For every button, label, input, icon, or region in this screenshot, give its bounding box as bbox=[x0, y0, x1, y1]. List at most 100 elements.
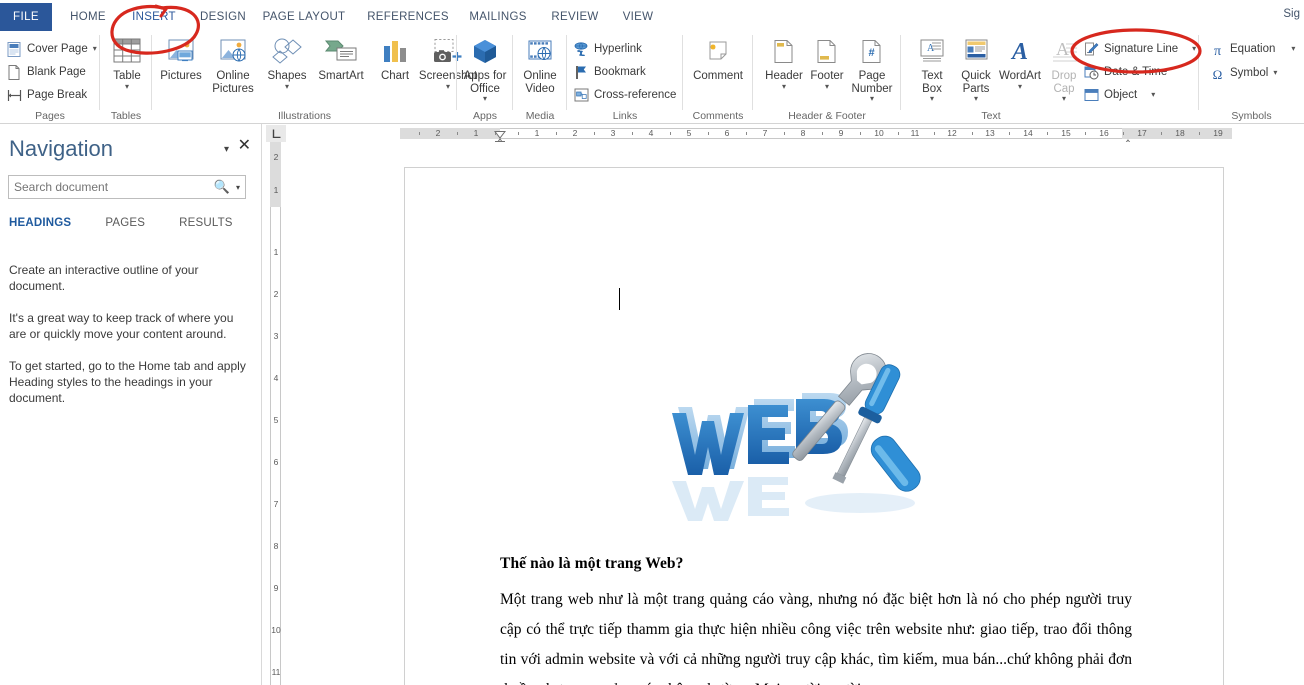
online-pictures-icon bbox=[218, 34, 248, 68]
online-video-label: Online Video bbox=[523, 70, 557, 95]
search-icon[interactable]: 🔍 bbox=[213, 179, 231, 195]
equation-button[interactable]: π Equation ▾ bbox=[1209, 38, 1295, 60]
ruler-label: 11 bbox=[910, 128, 920, 138]
ruler-label: 17 bbox=[1137, 128, 1147, 138]
date-time-button[interactable]: Date & Time bbox=[1083, 61, 1167, 83]
smartart-icon bbox=[324, 34, 358, 68]
pictures-icon bbox=[166, 34, 196, 68]
group-label-text: Text bbox=[981, 110, 1001, 122]
chevron-down-icon[interactable]: ▾ bbox=[93, 45, 97, 53]
chevron-down-icon[interactable]: ▾ bbox=[870, 95, 874, 103]
page-break-icon bbox=[6, 87, 22, 103]
table-button[interactable]: Table ▾ bbox=[100, 34, 154, 106]
document-page[interactable]: Thế nào là một trang Web? Một trang web … bbox=[404, 167, 1224, 685]
date-time-icon bbox=[1083, 64, 1099, 80]
hyperlink-button[interactable]: Hyperlink bbox=[573, 38, 642, 60]
chevron-down-icon[interactable]: ▾ bbox=[825, 82, 829, 91]
pictures-label: Pictures bbox=[160, 70, 202, 82]
ruler-label: 11 bbox=[271, 667, 281, 677]
symbol-button[interactable]: Ω Symbol ▾ bbox=[1209, 62, 1277, 84]
ruler-label: 6 bbox=[273, 457, 279, 467]
shapes-label: Shapes bbox=[267, 70, 307, 82]
ruler-label: 9 bbox=[273, 583, 279, 593]
omega-icon: Ω bbox=[1209, 65, 1225, 81]
equation-label: Equation bbox=[1230, 43, 1276, 55]
chevron-down-icon[interactable]: ▾ bbox=[974, 95, 978, 103]
drop-cap-icon: A bbox=[1049, 34, 1079, 68]
nav-tab-headings[interactable]: HEADINGS bbox=[9, 217, 88, 229]
search-options-caret-icon[interactable]: ▾ bbox=[231, 183, 245, 192]
close-icon[interactable]: ✕ bbox=[238, 138, 251, 154]
shapes-button[interactable]: Shapes ▾ bbox=[260, 34, 314, 106]
tab-references[interactable]: REFERENCES bbox=[362, 3, 454, 31]
chevron-down-icon[interactable]: ▾ bbox=[1192, 45, 1196, 53]
online-pictures-button[interactable]: Online Pictures bbox=[206, 34, 260, 106]
ribbon: Cover Page ▾ Blank Page Page Break Pages… bbox=[0, 31, 1304, 124]
ruler-left-margin bbox=[400, 128, 500, 139]
navigation-options-caret-icon[interactable]: ▾ bbox=[224, 144, 229, 155]
ribbon-group-text: A Text Box ▾ Quick Parts ▾ A WordArt ▾ A… bbox=[901, 31, 1199, 123]
ruler-label: 1 bbox=[273, 247, 279, 257]
word-window: FILE HOME INSERT DESIGN PAGE LAYOUT REFE… bbox=[0, 0, 1304, 685]
vertical-ruler[interactable]: 2 1 1 2 3 4 5 6 7 8 9 10 11 bbox=[266, 142, 286, 685]
chevron-down-icon[interactable]: ▾ bbox=[446, 82, 450, 91]
hanging-indent-marker[interactable] bbox=[493, 133, 507, 146]
search-input[interactable] bbox=[9, 180, 213, 194]
text-cursor bbox=[619, 288, 620, 310]
chevron-down-icon[interactable]: ▾ bbox=[1151, 91, 1155, 99]
page-break-button[interactable]: Page Break bbox=[6, 84, 87, 106]
ribbon-tab-bar: FILE HOME INSERT DESIGN PAGE LAYOUT REFE… bbox=[0, 0, 1304, 31]
tab-insert[interactable]: INSERT bbox=[120, 3, 188, 31]
chevron-down-icon[interactable]: ▾ bbox=[1273, 69, 1277, 77]
ruler-label: 6 bbox=[724, 128, 730, 138]
chevron-down-icon[interactable]: ▾ bbox=[1291, 45, 1295, 53]
comment-button[interactable]: Comment bbox=[691, 34, 745, 106]
object-button[interactable]: Object ▾ bbox=[1083, 84, 1155, 106]
chevron-down-icon[interactable]: ▾ bbox=[930, 95, 934, 103]
smartart-button[interactable]: SmartArt bbox=[314, 34, 368, 106]
chevron-down-icon[interactable]: ▾ bbox=[483, 95, 487, 103]
chevron-down-icon[interactable]: ▾ bbox=[1018, 82, 1022, 91]
tab-design[interactable]: DESIGN bbox=[192, 3, 254, 31]
page-number-button[interactable]: # Page Number ▾ bbox=[843, 34, 901, 106]
chevron-down-icon[interactable]: ▾ bbox=[782, 82, 786, 91]
cross-reference-button[interactable]: Cross-reference bbox=[573, 84, 676, 106]
search-document-field[interactable]: 🔍 ▾ bbox=[8, 175, 246, 199]
tab-stop-selector[interactable] bbox=[266, 125, 286, 142]
tab-view[interactable]: VIEW bbox=[614, 3, 662, 31]
group-label-illustrations: Illustrations bbox=[277, 110, 332, 122]
sign-in-label[interactable]: Sig bbox=[1283, 8, 1300, 20]
hyperlink-icon bbox=[573, 41, 589, 57]
chevron-down-icon[interactable]: ▾ bbox=[285, 82, 289, 91]
svg-text:Ω: Ω bbox=[1212, 67, 1222, 81]
tab-home[interactable]: HOME bbox=[60, 3, 116, 31]
document-canvas[interactable]: Thế nào là một trang Web? Một trang web … bbox=[286, 142, 1304, 685]
chevron-down-icon[interactable]: ▾ bbox=[125, 82, 129, 91]
online-video-button[interactable]: Online Video bbox=[513, 34, 567, 106]
apps-for-office-button[interactable]: Apps for Office ▾ bbox=[458, 34, 512, 106]
web-logo-image[interactable] bbox=[660, 343, 930, 528]
tab-mailings[interactable]: MAILINGS bbox=[460, 3, 536, 31]
blank-page-button[interactable]: Blank Page bbox=[6, 61, 86, 83]
cover-page-button[interactable]: Cover Page ▾ bbox=[6, 38, 97, 60]
ribbon-group-links: Hyperlink Bookmark Cross-reference Links bbox=[567, 31, 683, 123]
nav-tab-results[interactable]: RESULTS bbox=[179, 217, 250, 229]
bookmark-button[interactable]: Bookmark bbox=[573, 61, 646, 83]
ribbon-group-tables: Table ▾ Tables bbox=[100, 31, 152, 123]
tab-review[interactable]: REVIEW bbox=[544, 3, 606, 31]
object-label: Object bbox=[1104, 89, 1138, 101]
signature-line-button[interactable]: Signature Line ▾ bbox=[1083, 38, 1196, 60]
tab-file[interactable]: FILE bbox=[0, 3, 52, 31]
footer-icon bbox=[814, 34, 840, 68]
horizontal-ruler[interactable]: 2 1 1 2 3 4 5 6 7 8 9 10 11 12 13 14 15 … bbox=[286, 125, 1304, 142]
tab-page-layout[interactable]: PAGE LAYOUT bbox=[258, 3, 350, 31]
header-icon bbox=[771, 34, 797, 68]
chevron-down-icon[interactable]: ▾ bbox=[1062, 95, 1066, 103]
ruler-label: 18 bbox=[1175, 128, 1185, 138]
group-label-pages: Pages bbox=[35, 110, 65, 122]
ruler-label: 1 bbox=[273, 185, 279, 195]
nav-tab-pages[interactable]: PAGES bbox=[105, 217, 162, 229]
document-heading: Thế nào là một trang Web? bbox=[500, 555, 684, 572]
smartart-label: SmartArt bbox=[318, 70, 364, 82]
pictures-button[interactable]: Pictures bbox=[154, 34, 208, 106]
